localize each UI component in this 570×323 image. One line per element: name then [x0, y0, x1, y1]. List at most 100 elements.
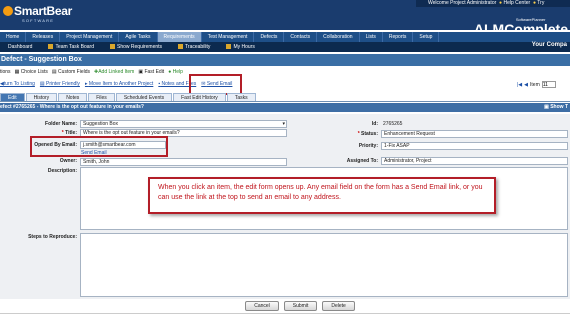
form-buttons: Cancel Submit Delete	[0, 301, 570, 311]
instruction-callout: When you click an item, the edit form op…	[148, 177, 496, 214]
show-requirements-label: Show Requirements	[117, 44, 163, 50]
printer-friendly-link[interactable]: ▤ Printer Friendly	[40, 81, 80, 87]
nav-tab-contacts[interactable]: Contacts	[284, 32, 318, 42]
notes-icon: ▪	[158, 81, 161, 87]
custom-fields-link[interactable]: ▤ Custom Fields	[52, 69, 90, 75]
steps-to-reproduce-label: Steps to Reproduce:	[28, 234, 77, 240]
try-icon: ●	[532, 0, 536, 6]
fast-edit-link[interactable]: ▣ Fast Edit	[138, 69, 164, 75]
form-tab-files[interactable]: Files	[88, 93, 115, 101]
nav-tab-project-management[interactable]: Project Management	[60, 32, 120, 42]
folder-name-select[interactable]: Suggestion Box ▾	[80, 120, 287, 128]
logo-text: SmartBear	[14, 4, 72, 18]
nav-tab-agile-tasks[interactable]: Agile Tasks	[119, 32, 158, 42]
move-item-link[interactable]: ▸ Move Item to Another Project	[85, 81, 153, 87]
item-label: Item	[530, 81, 540, 88]
show-requirements-icon	[110, 44, 116, 49]
help-circle-icon: ●	[168, 68, 172, 75]
issue-title: efect #2765265 - Where is the opt out fe…	[0, 104, 144, 110]
choice-lists-icon: ▦	[14, 68, 20, 75]
priority-select[interactable]: 1-Fix ASAP	[381, 142, 568, 150]
nav-show-requirements[interactable]: Show Requirements	[102, 42, 170, 52]
nav-tab-home[interactable]: Home	[0, 32, 27, 42]
form-tab-scheduled-events[interactable]: Scheduled Events	[115, 93, 173, 101]
priority-label: Priority:	[358, 143, 378, 149]
form-tab-notes[interactable]: Notes	[58, 93, 88, 101]
move-icon: ▸	[84, 81, 88, 87]
choice-lists-label: Choice Lists	[20, 68, 48, 75]
footer-area	[0, 313, 570, 323]
choice-lists-link[interactable]: ▦ Choice Lists	[15, 69, 48, 75]
form-tab-edit[interactable]: Edit	[0, 93, 25, 101]
top-header: SmartBear SOFTWARE Welcome Project Admin…	[0, 0, 570, 37]
sub-navigation: Dashboard Team Task Board Show Requireme…	[0, 42, 570, 52]
nav-my-hours[interactable]: My Hours	[218, 42, 262, 52]
custom-fields-label: Custom Fields	[58, 68, 90, 75]
prev-item-icon[interactable]: ◀	[524, 82, 528, 88]
company-name: Your Compa	[531, 42, 567, 48]
form-tab-history[interactable]: History	[25, 93, 58, 101]
add-linked-item-label: Add Linked Item	[98, 68, 135, 75]
brand-superscript: SoftwarePlanner	[515, 17, 546, 22]
logo-subtitle: SOFTWARE	[22, 18, 55, 23]
welcome-text: Welcome Project Administrator	[428, 0, 497, 6]
main-navigation: Home Releases Project Management Agile Task…	[0, 32, 570, 42]
show-toggle[interactable]: ▣ Show T	[544, 103, 568, 112]
team-task-board-icon	[48, 44, 54, 49]
nav-tab-lists[interactable]: Lists	[360, 32, 383, 42]
traceability-label: Traceability	[185, 44, 211, 50]
first-item-icon[interactable]: |◀	[517, 82, 522, 88]
show-label: Show T	[550, 104, 568, 110]
move-label: Move Item to Another Project	[88, 81, 154, 87]
options-label: tions	[0, 68, 11, 75]
nav-tab-releases[interactable]: Releases	[26, 32, 61, 42]
try-link[interactable]: Try	[537, 0, 544, 6]
assigned-to-label: Assigned To:	[346, 158, 378, 164]
nav-tab-collaboration[interactable]: Collaboration	[317, 32, 360, 42]
nav-tab-setup[interactable]: Setup	[413, 32, 440, 42]
help-center-link[interactable]: Help Center	[503, 0, 530, 6]
form-tab-tasks[interactable]: Tasks	[226, 93, 256, 101]
add-linked-item-link[interactable]: ✚Add Linked Item	[94, 69, 134, 75]
status-select[interactable]: Enhancement Request	[381, 130, 568, 138]
folder-name-value: Suggestion Box	[83, 121, 119, 127]
steps-to-reproduce-editor[interactable]	[80, 233, 568, 297]
my-hours-label: My Hours	[233, 44, 255, 50]
help-link[interactable]: ● Help	[168, 69, 183, 75]
printer-label: Printer Friendly	[46, 81, 80, 87]
owner-label: Owner:	[59, 158, 77, 164]
nav-tab-test-management[interactable]: Test Management	[202, 32, 255, 42]
cancel-button[interactable]: Cancel	[245, 301, 279, 311]
smartbear-logo[interactable]: SmartBear	[3, 4, 72, 18]
nav-tab-defects[interactable]: Defects	[254, 32, 285, 42]
welcome-bar: Welcome Project Administrator ● Help Cen…	[416, 0, 570, 7]
owner-field[interactable]: Smith, John	[80, 158, 287, 166]
show-icon: ▣	[544, 104, 549, 110]
nav-team-task-board[interactable]: Team Task Board	[40, 42, 102, 52]
send-email-highlight	[189, 74, 242, 95]
team-task-board-label: Team Task Board	[55, 44, 95, 50]
smartbear-logo-icon	[3, 6, 13, 16]
id-label: Id:	[371, 121, 378, 127]
delete-button[interactable]: Delete	[322, 301, 355, 311]
status-label: * Status:	[320, 131, 378, 137]
id-value: 2765265	[383, 121, 403, 127]
nav-tab-requirements[interactable]: Requirements	[157, 32, 202, 42]
submit-button[interactable]: Submit	[283, 301, 318, 311]
nav-dashboard[interactable]: Dashboard	[0, 42, 40, 52]
help-icon: ●	[499, 0, 503, 6]
options-toolbar: tions ▦ Choice Lists ▤ Custom Fields ✚Ad…	[0, 67, 570, 76]
printer-icon: ▤	[39, 81, 45, 87]
fast-edit-icon: ▣	[138, 68, 144, 75]
nav-traceability[interactable]: Traceability	[170, 42, 218, 52]
assigned-to-select[interactable]: Administrator, Project	[381, 157, 568, 165]
nav-tab-reports[interactable]: Reports	[383, 32, 414, 42]
status-label-text: Status:	[361, 131, 378, 137]
form-tab-fast-edit-history[interactable]: Fast Edit History	[173, 93, 226, 101]
email-field-highlight	[30, 136, 168, 157]
help-label: Help	[172, 68, 183, 75]
return-to-listing-link[interactable]: ◀turn To Listing	[0, 81, 35, 87]
item-pager: |◀ ◀ Item	[517, 81, 556, 88]
fast-edit-label: Fast Edit	[144, 68, 165, 75]
item-number-input[interactable]	[541, 81, 556, 88]
